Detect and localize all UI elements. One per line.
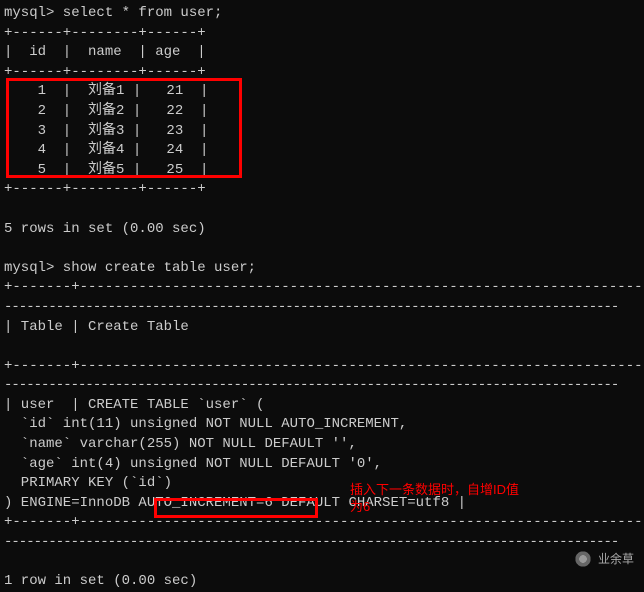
- table-row: | 5 | 刘备5 | 25 |: [4, 161, 640, 181]
- create-line-2: `id` int(11) unsigned NOT NULL AUTO_INCR…: [4, 415, 640, 435]
- create-header: | Table | Create Table: [4, 318, 640, 338]
- table-row: | 1 | 刘备1 | 21 |: [4, 82, 640, 102]
- long-dash: ----------------------------------------…: [4, 376, 640, 396]
- wechat-icon: [574, 550, 592, 568]
- table-sep-mid: +------+--------+------+: [4, 63, 640, 83]
- annotation-text: 插入下一条数据时，自增ID值 为6: [350, 482, 519, 516]
- table-sep-top: +------+--------+------+: [4, 24, 640, 44]
- table-sep-bot: +------+--------+------+: [4, 180, 640, 200]
- watermark-text: 业余草: [598, 551, 634, 568]
- long-sep: +-------+-------------------------------…: [4, 278, 640, 298]
- table-row: | 4 | 刘备4 | 24 |: [4, 141, 640, 161]
- annotation-line2: 为6: [350, 499, 370, 514]
- blank-line: [4, 553, 640, 573]
- table-row: | 2 | 刘备2 | 22 |: [4, 102, 640, 122]
- long-sep: +-------+-------------------------------…: [4, 357, 640, 377]
- long-sep: +-------+-------------------------------…: [4, 513, 640, 533]
- create-line-3: `name` varchar(255) NOT NULL DEFAULT '',: [4, 435, 640, 455]
- watermark: 业余草: [574, 550, 634, 568]
- annotation-line1: 插入下一条数据时，自增ID值: [350, 482, 519, 497]
- create-line-5: PRIMARY KEY (`id`): [4, 474, 640, 494]
- blank-line: [4, 337, 640, 357]
- blank-line: [4, 239, 640, 259]
- result-1: 5 rows in set (0.00 sec): [4, 220, 640, 240]
- table-row: | 3 | 刘备3 | 23 |: [4, 122, 640, 142]
- long-dash: ----------------------------------------…: [4, 533, 640, 553]
- long-dash: ----------------------------------------…: [4, 298, 640, 318]
- mysql-prompt-2: mysql> show create table user;: [4, 259, 640, 279]
- mysql-prompt-1: mysql> select * from user;: [4, 4, 640, 24]
- result-2: 1 row in set (0.00 sec): [4, 572, 640, 592]
- blank-line: [4, 200, 640, 220]
- table-header-row: | id | name | age |: [4, 43, 640, 63]
- create-line-4: `age` int(4) unsigned NOT NULL DEFAULT '…: [4, 455, 640, 475]
- create-line-6: ) ENGINE=InnoDB AUTO_INCREMENT=6 DEFAULT…: [4, 494, 640, 514]
- create-line-1: | user | CREATE TABLE `user` (: [4, 396, 640, 416]
